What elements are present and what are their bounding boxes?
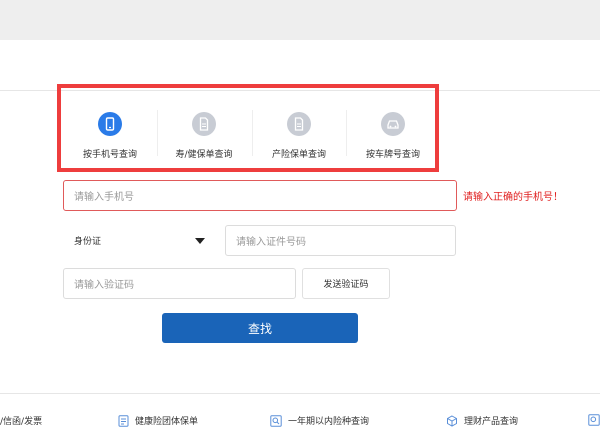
document-icon	[192, 112, 216, 136]
footer-divider	[0, 393, 600, 394]
footer-link-short-term-query[interactable]: 一年期以内险种查询	[270, 414, 369, 427]
search-button[interactable]: 查找	[162, 313, 358, 343]
id-type-select[interactable]: 身份证	[63, 225, 216, 256]
id-type-value: 身份证	[74, 237, 102, 247]
tab-label: 产险保单查询	[271, 150, 326, 160]
tab-label: 按车牌号查询	[365, 150, 420, 160]
footer-link-label: 一年期以内险种查询	[288, 417, 370, 427]
tab-phone-query[interactable]: 按手机号查询	[63, 112, 157, 160]
search-icon	[588, 414, 600, 426]
footer-link-more[interactable]	[588, 414, 600, 426]
search-icon	[270, 414, 282, 427]
phone-error-message: 请输入正确的手机号！	[463, 192, 563, 203]
tab-property-policy[interactable]: 产险保单查询	[252, 112, 346, 160]
phone-icon	[98, 112, 122, 136]
code-placeholder: 请输入验证码	[74, 280, 134, 291]
tab-life-health-policy[interactable]: 寿/健保单查询	[157, 112, 251, 160]
tab-label: 寿/健保单查询	[175, 150, 233, 160]
send-code-button[interactable]: 发送验证码	[302, 268, 390, 299]
footer-link-label: 理财产品查询	[464, 417, 519, 427]
caret-down-icon	[195, 237, 205, 244]
cube-icon	[446, 414, 458, 427]
footer-link-wealth-products[interactable]: 理财产品查询	[446, 414, 518, 427]
footer-link-group-health[interactable]: 健康险团体保单	[117, 414, 198, 427]
footer-link-letters-invoices[interactable]: /信函/发票	[0, 414, 42, 427]
top-bar	[0, 0, 600, 40]
id-number-input[interactable]: 请输入证件号码	[225, 225, 456, 256]
footer-link-label: 健康险团体保单	[135, 417, 199, 427]
phone-input[interactable]: 请输入手机号	[63, 180, 457, 211]
tab-plate-query[interactable]: 按车牌号查询	[346, 112, 440, 160]
phone-placeholder: 请输入手机号	[74, 192, 134, 203]
id-number-placeholder: 请输入证件号码	[236, 237, 306, 248]
car-icon	[381, 112, 405, 136]
footer-link-label: /信函/发票	[0, 417, 43, 427]
verification-code-input[interactable]: 请输入验证码	[63, 268, 296, 299]
tab-label: 按手机号查询	[82, 150, 137, 160]
document-list-icon	[117, 414, 129, 427]
document-icon	[287, 112, 311, 136]
